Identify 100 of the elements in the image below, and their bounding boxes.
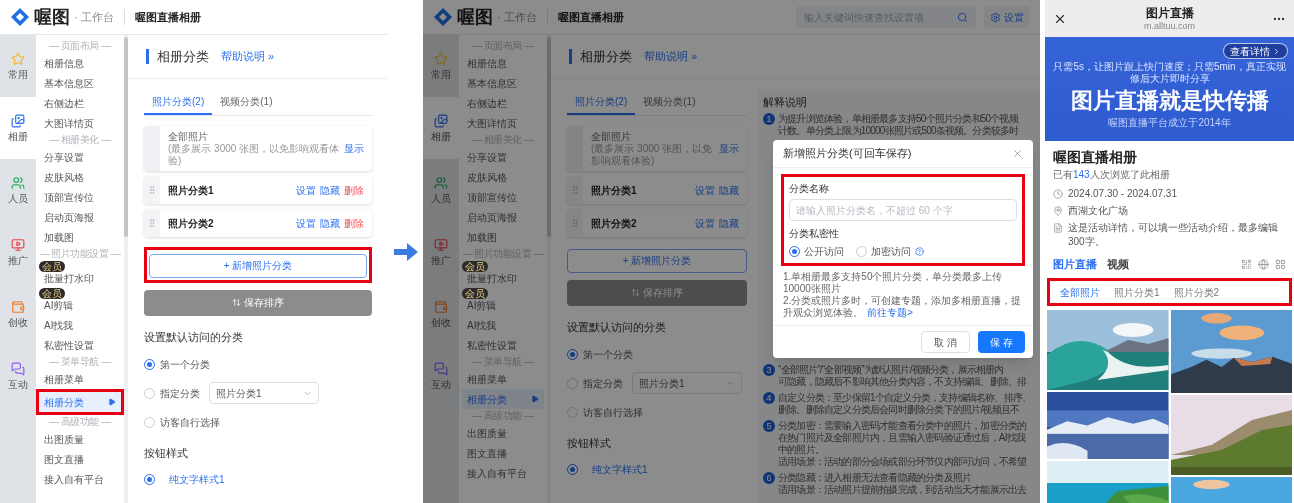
menu-item[interactable]: 相册信息 xyxy=(462,53,544,73)
menu-item[interactable]: 右侧边栏 xyxy=(462,93,544,113)
menu-item[interactable]: 相册菜单 xyxy=(462,369,544,389)
category-select[interactable]: 照片分类1 xyxy=(632,372,742,394)
drag-handle-icon[interactable] xyxy=(147,185,157,195)
category-tab[interactable]: 全部照片 xyxy=(1060,284,1100,300)
menu-item[interactable]: 皮肤风格 xyxy=(39,167,121,187)
menu-item[interactable]: 图文直播 xyxy=(39,449,121,469)
name-field[interactable]: 请输入照片分类名，不超过 60 个字 xyxy=(789,199,1017,221)
drag-handle-icon[interactable] xyxy=(570,218,580,228)
menu-item[interactable]: 基本信息区 xyxy=(39,73,121,93)
qr-code-icon[interactable] xyxy=(1241,258,1252,270)
radio-button[interactable] xyxy=(144,416,155,428)
page-title: 相册分类 xyxy=(580,47,632,66)
action-link[interactable]: 设置 xyxy=(695,182,715,198)
menu-item[interactable]: 加载图 xyxy=(39,227,121,247)
radio-button[interactable] xyxy=(144,387,155,399)
save-button[interactable]: 保 存 xyxy=(978,331,1025,353)
tab[interactable]: 照片分类(2) xyxy=(567,89,636,115)
details-button[interactable]: 查看详情 xyxy=(1223,43,1288,59)
menu-item[interactable]: 图文直播 xyxy=(462,443,544,463)
grid-icon[interactable] xyxy=(1275,258,1286,270)
menu-item[interactable]: 相册分类 xyxy=(462,389,544,409)
drag-handle-icon[interactable] xyxy=(147,218,157,228)
tab[interactable]: 视频分类(1) xyxy=(212,89,281,115)
menu-item[interactable]: 接入自有平台 xyxy=(462,463,544,483)
arrow-icon xyxy=(393,242,418,261)
step-number: 4 xyxy=(763,392,775,404)
menu-item[interactable]: AI找我 xyxy=(39,315,121,335)
menu-item[interactable]: 分享设置 xyxy=(462,147,544,167)
menu-item[interactable]: 出图质量 xyxy=(39,429,121,449)
radio-button[interactable] xyxy=(567,406,578,418)
menu-item[interactable]: 顶部宣传位 xyxy=(39,187,121,207)
menu-item[interactable]: 右侧边栏 xyxy=(39,93,121,113)
menu-item[interactable]: 加载图 xyxy=(462,227,544,247)
action-link[interactable]: 隐藏 xyxy=(719,215,739,231)
action-link[interactable]: 显示 xyxy=(719,141,739,156)
radio-button[interactable] xyxy=(144,358,155,370)
help-link[interactable]: 帮助说明 » xyxy=(644,48,698,65)
action-link[interactable]: 设置 xyxy=(296,215,316,231)
action-link[interactable]: 隐藏 xyxy=(320,182,340,198)
radio-button[interactable] xyxy=(856,245,867,257)
menu-item[interactable]: 出图质量 xyxy=(462,423,544,443)
menu-item[interactable]: 大图详情页 xyxy=(462,113,544,133)
menu-item[interactable]: 相册菜单 xyxy=(39,369,121,389)
cancel-button[interactable]: 取 消 xyxy=(921,331,971,353)
page-title: 图片直播 xyxy=(1145,5,1194,21)
tab[interactable]: 图片直播 xyxy=(1053,255,1097,273)
menu-item[interactable]: 顶部宣传位 xyxy=(462,187,544,207)
menu-item[interactable]: 启动页海报 xyxy=(462,207,544,227)
menu-item[interactable]: 基本信息区 xyxy=(462,73,544,93)
radio-button[interactable] xyxy=(144,473,155,485)
menu-item[interactable]: 相册信息 xyxy=(39,53,121,73)
help-link[interactable]: 帮助说明 » xyxy=(221,48,275,65)
menu-item[interactable]: 大图详情页 xyxy=(39,113,121,133)
menu-item[interactable]: 接入自有平台 xyxy=(39,469,121,489)
menu-item[interactable]: 启动页海报 xyxy=(39,207,121,227)
category-tab[interactable]: 照片分类2 xyxy=(1173,284,1220,300)
category-name: 照片分类2 xyxy=(591,216,638,230)
action-link[interactable]: 设置 xyxy=(296,182,316,198)
radio-button[interactable] xyxy=(567,348,578,360)
globe-icon[interactable] xyxy=(1258,258,1269,270)
menu-item[interactable]: 相册分类 xyxy=(39,392,121,412)
wallet-icon xyxy=(434,299,448,314)
menu-heading: — 照片功能设置 — xyxy=(39,247,121,261)
menu-item[interactable]: 皮肤风格 xyxy=(462,167,544,187)
drag-handle-icon[interactable] xyxy=(570,185,580,195)
add-category-button[interactable]: + 新增照片分类 xyxy=(567,248,747,273)
topic-link[interactable]: 前往专题> xyxy=(867,307,913,318)
monitor-icon xyxy=(11,237,25,252)
help-icon[interactable] xyxy=(915,246,924,256)
menu-item[interactable]: 私密性设置 xyxy=(462,335,544,355)
radio-button[interactable] xyxy=(567,377,578,389)
delete-link[interactable]: 删除 xyxy=(344,215,364,231)
menu-item[interactable]: 分享设置 xyxy=(39,147,121,167)
sort-icon xyxy=(631,288,640,297)
tab[interactable]: 照片分类(2) xyxy=(144,89,213,115)
logo-text: 喔图 xyxy=(457,5,493,29)
menu-item[interactable]: 私密性设置 xyxy=(39,335,121,355)
category-select[interactable]: 照片分类1 xyxy=(209,382,319,404)
step-number: 5 xyxy=(763,420,775,432)
radio-button[interactable] xyxy=(567,463,578,475)
rail-item[interactable]: 相册 xyxy=(423,97,459,159)
banner-footer: 喔图直播平台成立于2014年 xyxy=(1108,117,1231,129)
menu-item[interactable]: AI找我 xyxy=(462,315,544,335)
add-category-button[interactable]: + 新增照片分类 xyxy=(149,253,367,278)
action-link[interactable]: 隐藏 xyxy=(320,215,340,231)
tab[interactable]: 视频 xyxy=(1107,255,1129,273)
settings-button[interactable]: 设置 xyxy=(984,6,1030,28)
save-order-button[interactable]: 保存排序 xyxy=(144,289,372,316)
delete-link[interactable]: 删除 xyxy=(344,182,364,198)
logo-text: 喔图 xyxy=(34,5,70,29)
radio-button[interactable] xyxy=(789,245,800,257)
action-link[interactable]: 显示 xyxy=(344,141,364,156)
images-icon xyxy=(434,113,448,128)
tab[interactable]: 视频分类(1) xyxy=(635,89,704,115)
rail-item[interactable]: 相册 xyxy=(0,97,36,159)
action-link[interactable]: 隐藏 xyxy=(719,182,739,198)
category-tab[interactable]: 照片分类1 xyxy=(1114,284,1160,300)
action-link[interactable]: 设置 xyxy=(695,215,715,231)
